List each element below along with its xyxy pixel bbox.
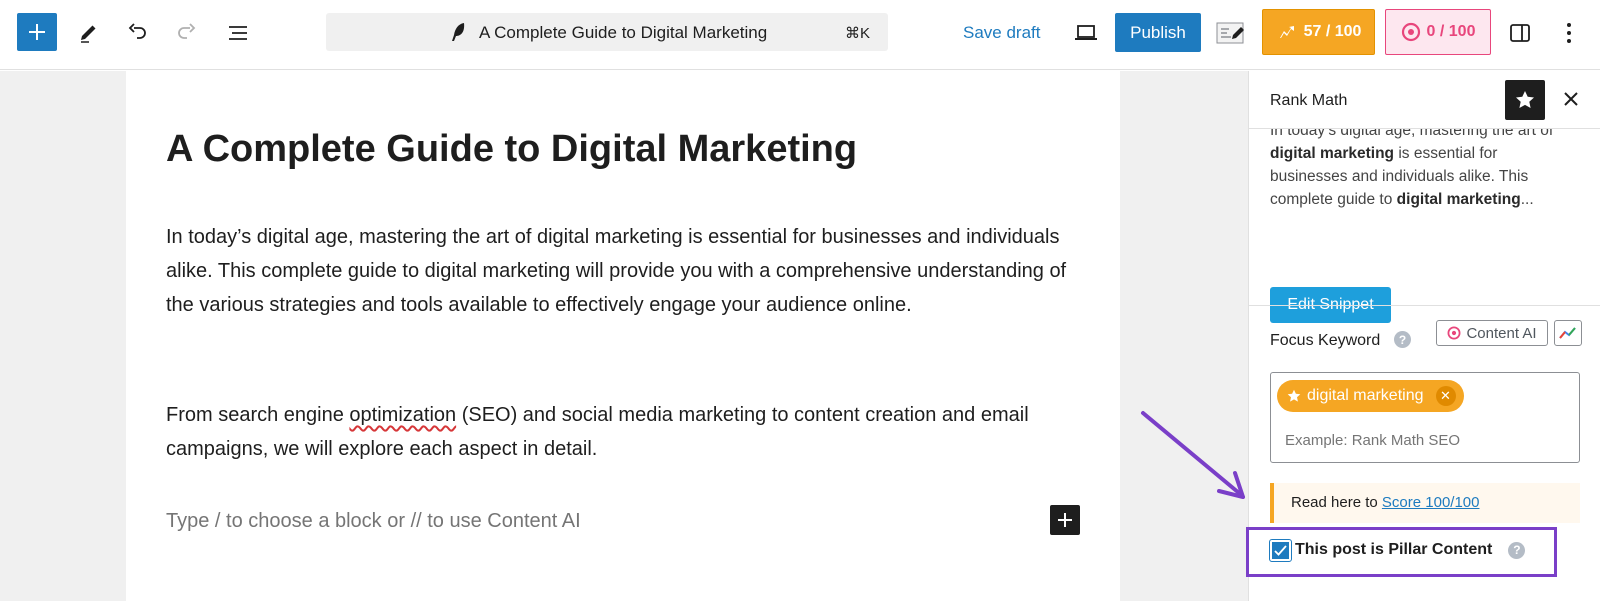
annotation-arrow-icon xyxy=(1141,411,1245,499)
preview-button[interactable] xyxy=(1066,13,1106,53)
score-notice: Read here to Score 100/100 xyxy=(1270,483,1580,523)
content-ai-icon xyxy=(1447,326,1461,340)
snippet-keyword: digital marketing xyxy=(1270,145,1395,162)
star-icon xyxy=(1516,91,1534,108)
paragraph-text: From search engine xyxy=(166,404,350,426)
editor-switch-button[interactable] xyxy=(1211,13,1251,53)
laptop-icon xyxy=(1075,25,1097,40)
redo-button[interactable] xyxy=(167,13,207,53)
options-menu-button[interactable] xyxy=(1549,13,1589,53)
list-view-icon xyxy=(229,26,247,40)
focus-keyword-field[interactable]: digital marketing ✕ xyxy=(1270,372,1580,463)
annotation-highlight-box xyxy=(1246,527,1557,577)
keyword-input[interactable] xyxy=(1285,432,1565,449)
settings-sidebar-toggle[interactable] xyxy=(1500,13,1540,53)
command-shortcut: ⌘K xyxy=(844,25,870,42)
content-ai-score-value: 0 / 100 xyxy=(1426,23,1476,40)
undo-button[interactable] xyxy=(117,13,157,53)
keyword-tag-label: digital marketing xyxy=(1307,387,1424,404)
snippet-text: In today’s digital age, mastering the ar… xyxy=(1270,129,1554,139)
command-palette-bar[interactable]: A Complete Guide to Digital Marketing ⌘K xyxy=(326,13,888,51)
sidebar-header: Rank Math xyxy=(1249,71,1600,129)
star-icon xyxy=(1287,389,1301,402)
close-icon xyxy=(1564,92,1578,106)
editor-toolbar: A Complete Guide to Digital Marketing ⌘K… xyxy=(0,0,1600,70)
post-title[interactable]: A Complete Guide to Digital Marketing xyxy=(166,128,857,171)
edit-document-icon xyxy=(1216,22,1244,44)
inline-add-block-button[interactable] xyxy=(1050,505,1080,535)
redo-icon xyxy=(178,23,196,39)
spelling-error-word: optimization xyxy=(349,404,457,426)
document-overview-button[interactable] xyxy=(218,13,258,53)
remove-keyword-icon[interactable]: ✕ xyxy=(1435,386,1456,406)
content-ai-button-label: Content AI xyxy=(1466,324,1537,342)
content-ai-icon xyxy=(1401,22,1420,42)
seo-score-button[interactable]: 57 / 100 xyxy=(1262,9,1375,55)
close-sidebar-button[interactable] xyxy=(1559,87,1583,111)
pencil-icon xyxy=(81,25,96,43)
keyword-tag[interactable]: digital marketing ✕ xyxy=(1277,380,1464,412)
score-100-link[interactable]: Score 100/100 xyxy=(1382,494,1480,511)
plus-icon xyxy=(1058,513,1072,527)
paragraph-block[interactable]: In today’s digital age, mastering the ar… xyxy=(166,220,1082,322)
help-icon[interactable]: ? xyxy=(1394,331,1411,348)
publish-button[interactable]: Publish xyxy=(1115,13,1201,52)
plus-icon xyxy=(29,24,45,40)
snippet-keyword: digital marketing xyxy=(1396,191,1521,208)
tools-button[interactable] xyxy=(68,13,108,53)
snippet-text: ... xyxy=(1520,191,1534,208)
sidebar-icon xyxy=(1510,24,1530,42)
more-vertical-icon xyxy=(1567,23,1571,43)
content-ai-score-button[interactable]: 0 / 100 xyxy=(1385,9,1491,55)
notice-text: Read here to xyxy=(1291,494,1382,511)
undo-icon xyxy=(128,23,146,39)
document-title: A Complete Guide to Digital Marketing xyxy=(479,23,768,42)
focus-keyword-label: Focus Keyword xyxy=(1270,332,1381,349)
content-ai-button[interactable]: Content AI xyxy=(1436,320,1548,346)
sidebar-title: Rank Math xyxy=(1270,92,1348,109)
rank-math-sidebar: In today’s digital age, mastering the ar… xyxy=(1248,71,1600,601)
section-divider xyxy=(1249,305,1600,306)
snippet-description: In today’s digital age, mastering the ar… xyxy=(1270,129,1570,211)
favorite-sidebar-button[interactable] xyxy=(1505,80,1545,120)
trends-chart-icon xyxy=(1559,327,1576,339)
save-draft-button[interactable]: Save draft xyxy=(963,23,1041,43)
seo-score-value: 57 / 100 xyxy=(1303,23,1362,40)
add-block-button[interactable] xyxy=(17,13,57,51)
keyword-trends-button[interactable] xyxy=(1554,320,1582,346)
feather-icon xyxy=(452,23,465,41)
rank-math-icon xyxy=(1276,26,1294,38)
paragraph-block[interactable]: From search engine optimization (SEO) an… xyxy=(166,398,1082,466)
empty-block-placeholder[interactable]: Type / to choose a block or // to use Co… xyxy=(166,510,581,533)
